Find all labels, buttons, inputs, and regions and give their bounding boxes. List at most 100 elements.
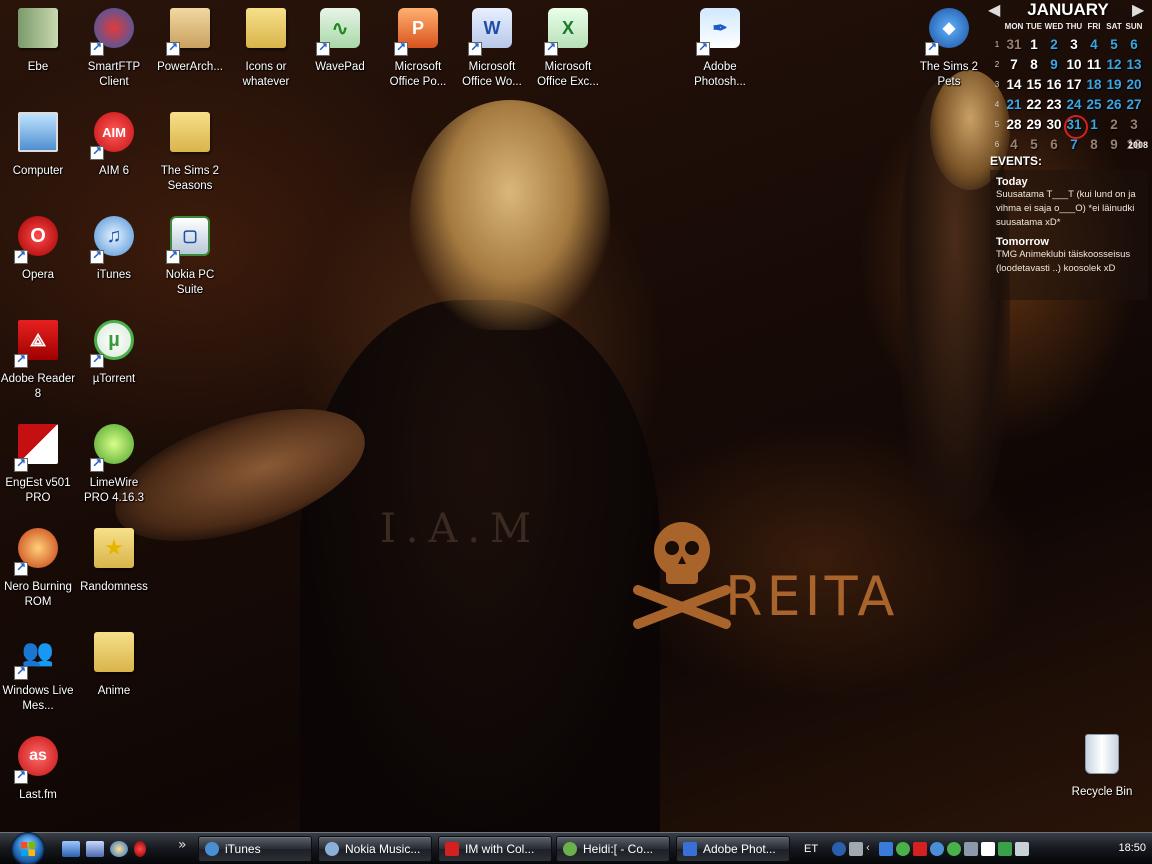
calendar-day[interactable]: 8	[1024, 57, 1044, 72]
nokia-tray-icon[interactable]	[964, 842, 979, 856]
desktop-icon-word[interactable]: W Microsoft Office Wo...	[454, 4, 530, 90]
desktop-icon-adobe-reader[interactable]: ⟁ Adobe Reader 8	[0, 316, 76, 402]
quick-launch-more-icon[interactable]: »	[178, 837, 187, 853]
taskbar-button-nokia-music[interactable]: Nokia Music...	[318, 836, 432, 862]
desktop-icon-lastfm[interactable]: as Last.fm	[0, 732, 76, 803]
calendar-day[interactable]: 4	[1084, 37, 1104, 52]
messenger-tray-icon[interactable]	[896, 842, 911, 856]
desktop-icon-powerarchiver[interactable]: PowerArch...	[152, 4, 228, 75]
calendar-day[interactable]: 22	[1024, 97, 1044, 112]
internet-explorer-icon[interactable]	[110, 841, 128, 857]
calendar-day[interactable]: 2	[1104, 117, 1124, 132]
calendar-day[interactable]: 13	[1124, 57, 1144, 72]
switch-windows-icon[interactable]	[86, 841, 104, 857]
calendar-prev-icon[interactable]: ◀	[988, 0, 1000, 20]
calendar-day[interactable]: 19	[1104, 77, 1124, 92]
desktop-icon-engest[interactable]: EngEst v501 PRO	[0, 420, 76, 506]
calendar-day[interactable]: 5	[1024, 137, 1044, 152]
calendar-day[interactable]: 29	[1024, 117, 1044, 132]
calendar-next-icon[interactable]: ▶	[1132, 0, 1144, 20]
help-icon[interactable]	[832, 842, 847, 856]
icon-label: Recycle Bin	[1071, 786, 1133, 798]
calendar-day[interactable]: 7	[1004, 57, 1024, 72]
desktop-icon-excel[interactable]: X Microsoft Office Exc...	[530, 4, 606, 90]
volume-icon[interactable]	[1015, 842, 1030, 856]
desktop-icon-nero[interactable]: Nero Burning ROM	[0, 524, 76, 610]
clock[interactable]: 18:50	[1118, 842, 1146, 854]
taskbar-button-im[interactable]: IM with Col...	[438, 836, 552, 862]
calendar-day[interactable]: 28	[1004, 117, 1024, 132]
desktop-icon-sims-seasons[interactable]: The Sims 2 Seasons	[152, 108, 228, 194]
desktop-icon-powerpoint[interactable]: P Microsoft Office Po...	[380, 4, 456, 90]
calendar-day[interactable]: 27	[1124, 97, 1144, 112]
desktop-icon-aim[interactable]: AIM AIM 6	[76, 108, 152, 179]
calendar-day[interactable]: 5	[1104, 37, 1124, 52]
start-button[interactable]	[8, 832, 48, 864]
desktop-icon-utorrent[interactable]: µ µTorrent	[76, 316, 152, 387]
desktop-icon-recycle-bin[interactable]: Recycle Bin	[1064, 730, 1140, 798]
event-tomorrow-text[interactable]: TMG Animeklubi täiskoosseisus (loodetava…	[996, 248, 1142, 276]
calendar-day[interactable]: 1	[1024, 37, 1044, 52]
aim-tray-icon[interactable]	[913, 842, 928, 856]
calendar-day[interactable]: 30	[1044, 117, 1064, 132]
show-desktop-icon[interactable]	[62, 841, 80, 857]
desktop-icon-smartftp[interactable]: SmartFTP Client	[76, 4, 152, 90]
calendar-day[interactable]: 15	[1024, 77, 1044, 92]
calendar-day[interactable]: 14	[1004, 77, 1024, 92]
opera-icon[interactable]	[134, 841, 146, 857]
calendar-day[interactable]: 2	[1044, 37, 1064, 52]
calendar-day[interactable]: 7	[1064, 137, 1084, 152]
calendar-day[interactable]: 6	[1044, 137, 1064, 152]
sync-tray-icon[interactable]	[998, 842, 1013, 856]
calendar-day[interactable]: 3	[1124, 117, 1144, 132]
calendar-day[interactable]: 6	[1124, 37, 1144, 52]
calendar-day[interactable]: 11	[1084, 57, 1104, 72]
calendar-day[interactable]: 24	[1064, 97, 1084, 112]
calendar-day-today[interactable]: 31	[1064, 114, 1088, 139]
calendar-day[interactable]: 3	[1064, 37, 1084, 52]
chevron-left-icon[interactable]: ‹	[866, 842, 876, 856]
calendar-tray-icon[interactable]	[981, 842, 996, 856]
taskbar-button-photoshop[interactable]: Adobe Phot...	[676, 836, 790, 862]
taskbar-button-label: Adobe Phot...	[703, 842, 776, 856]
event-today-text[interactable]: Suusatama T___T (kui lund on ja vihma ei…	[996, 188, 1142, 230]
shortcut-arrow-icon	[14, 560, 28, 576]
calendar-day[interactable]: 23	[1044, 97, 1064, 112]
desktop-icon-itunes[interactable]: ♫ iTunes	[76, 212, 152, 283]
icon-label: Nokia PC Suite	[165, 269, 215, 296]
taskbar-button-heidi[interactable]: Heidi:[ - Co...	[556, 836, 670, 862]
utorrent-tray-icon[interactable]	[947, 842, 962, 856]
desktop-icon-computer[interactable]: Computer	[0, 108, 76, 179]
calendar-day[interactable]: 8	[1084, 137, 1104, 152]
calendar-day[interactable]: 12	[1104, 57, 1124, 72]
calendar-day[interactable]: 26	[1104, 97, 1124, 112]
calendar-day[interactable]: 17	[1064, 77, 1084, 92]
calendar-day[interactable]: 4	[1004, 137, 1024, 152]
desktop-icon-opera[interactable]: O Opera	[0, 212, 76, 283]
desktop-icon-nokia[interactable]: ▢ Nokia PC Suite	[152, 212, 228, 298]
calendar-day[interactable]: 25	[1084, 97, 1104, 112]
calendar-day[interactable]: 20	[1124, 77, 1144, 92]
itunes-tray-icon[interactable]	[930, 842, 945, 856]
window-icon[interactable]	[849, 842, 864, 856]
calendar-day[interactable]: 16	[1044, 77, 1064, 92]
desktop-icon-wavepad[interactable]: ∿ WavePad	[302, 4, 378, 75]
taskbar-button-itunes[interactable]: iTunes	[198, 836, 312, 862]
desktop-icon-randomness[interactable]: ★ Randomness	[76, 524, 152, 595]
desktop-icon-messenger[interactable]: 👥 Windows Live Mes...	[0, 628, 76, 714]
desktop-icon-icons-folder[interactable]: Icons or whatever	[228, 4, 304, 90]
calendar-day[interactable]: 21	[1004, 97, 1024, 112]
calendar-day[interactable]: 31	[1004, 37, 1024, 52]
calendar-day[interactable]: 10	[1064, 57, 1084, 72]
calendar-day[interactable]: 9	[1044, 57, 1064, 72]
desktop-icon-ebe[interactable]: Ebe	[0, 4, 76, 75]
desktop-icon-sims-pets[interactable]: ◆ The Sims 2 Pets	[911, 4, 987, 90]
desktop-icon-photoshop[interactable]: ✒ Adobe Photosh...	[682, 4, 758, 90]
desktop-icon-anime[interactable]: Anime	[76, 628, 152, 699]
desktop-icon-limewire[interactable]: LimeWire PRO 4.16.3	[76, 420, 152, 506]
network-icon[interactable]	[879, 842, 894, 856]
language-indicator[interactable]: ET	[804, 843, 818, 855]
calendar-day[interactable]: 18	[1084, 77, 1104, 92]
calendar-day[interactable]: 9	[1104, 137, 1124, 152]
calendar-day[interactable]: 1	[1084, 117, 1104, 132]
